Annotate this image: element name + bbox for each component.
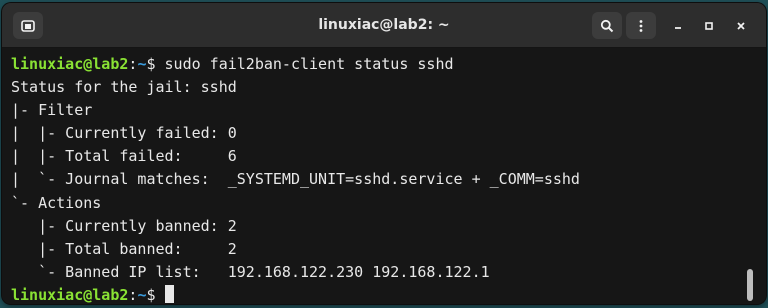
prompt-symbol: $ xyxy=(146,285,165,304)
output-line: |- Total banned: 2 xyxy=(11,239,237,258)
output-line: Status for the jail: sshd xyxy=(11,78,237,97)
menu-button[interactable] xyxy=(626,12,656,39)
minimize-icon xyxy=(675,27,681,29)
scrollbar-track[interactable] xyxy=(754,48,766,304)
terminal-content[interactable]: linuxiac@lab2:~$ sudo fail2ban-client st… xyxy=(2,48,754,304)
search-icon xyxy=(600,19,614,32)
titlebar: linuxiac@lab2: ~ xyxy=(2,3,766,48)
kebab-menu-icon xyxy=(639,19,643,32)
output-line: | |- Currently failed: 0 xyxy=(11,124,237,143)
output-line: |- Filter xyxy=(11,101,93,120)
maximize-icon xyxy=(705,22,713,30)
search-button[interactable] xyxy=(592,12,622,39)
output-line: `- Banned IP list: 192.168.122.230 192.1… xyxy=(11,262,490,281)
output-line: | |- Total failed: 6 xyxy=(11,147,237,166)
command-line: linuxiac@lab2:~$ sudo fail2ban-client st… xyxy=(11,53,754,76)
maximize-button[interactable] xyxy=(699,16,719,36)
minimize-button[interactable] xyxy=(668,16,688,36)
terminal-window: linuxiac@lab2: ~ linuxiac@lab2:~$ sudo f… xyxy=(2,3,766,304)
close-icon xyxy=(737,22,745,30)
output-line: | `- Journal matches: _SYSTEMD_UNIT=sshd… xyxy=(11,170,580,189)
output-line: |- Currently banned: 2 xyxy=(11,216,237,235)
prompt-symbol: $ xyxy=(146,55,165,73)
close-button[interactable] xyxy=(731,16,751,36)
command-text: sudo fail2ban-client status sshd xyxy=(164,55,454,73)
prompt-user-host: linuxiac@lab2 xyxy=(11,285,129,304)
output-line: `- Actions xyxy=(11,193,102,212)
text-cursor xyxy=(164,284,174,303)
scrollbar-thumb[interactable] xyxy=(747,269,753,301)
final-prompt-line: linuxiac@lab2:~$ xyxy=(11,284,754,304)
prompt-user-host: linuxiac@lab2 xyxy=(11,55,129,73)
